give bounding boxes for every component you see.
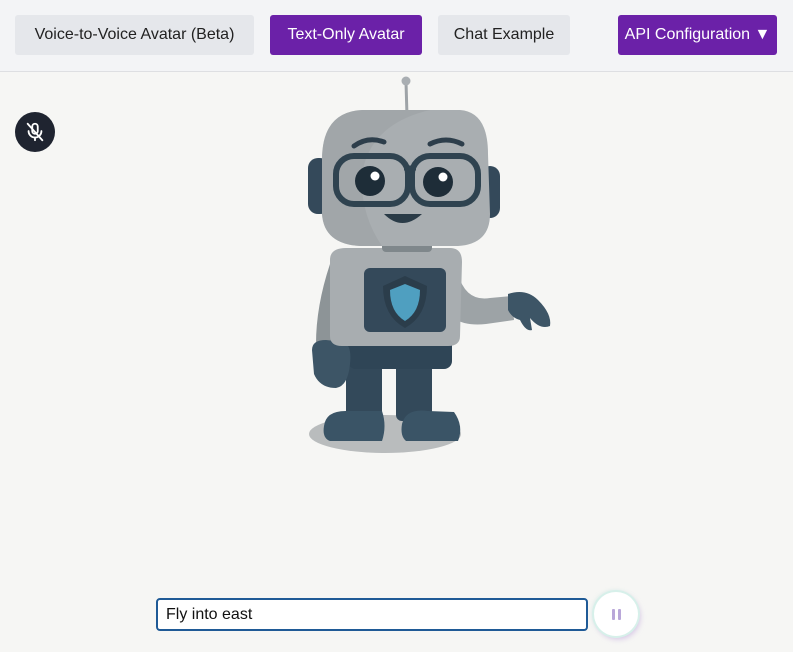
mic-off-icon [26, 122, 44, 142]
robot-avatar [290, 74, 570, 464]
tab-chat-example[interactable]: Chat Example [438, 15, 570, 55]
tab-voice-to-voice-avatar[interactable]: Voice-to-Voice Avatar (Beta) [15, 15, 254, 55]
pause-button[interactable] [594, 592, 638, 636]
api-configuration-dropdown[interactable]: API Configuration ▼ [618, 15, 777, 55]
top-navigation-bar: Voice-to-Voice Avatar (Beta) Text-Only A… [0, 0, 793, 72]
tab-text-only-avatar[interactable]: Text-Only Avatar [270, 15, 422, 55]
pause-icon [610, 608, 622, 620]
message-input[interactable] [156, 598, 588, 631]
robot-avatar-illustration [308, 76, 551, 453]
mute-microphone-button[interactable] [15, 112, 55, 152]
